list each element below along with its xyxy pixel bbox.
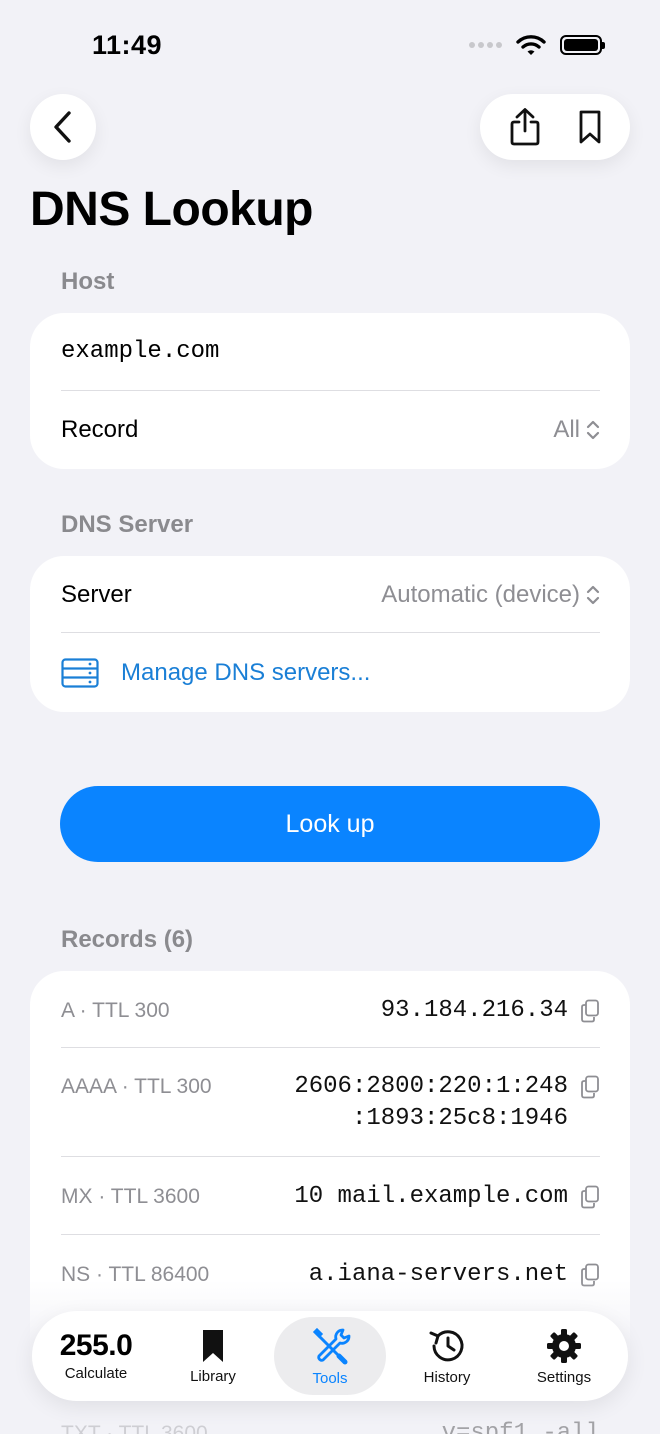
- status-time: 11:49: [92, 30, 163, 60]
- record-picker-row[interactable]: Record All: [61, 391, 600, 469]
- history-clock-icon: [429, 1329, 464, 1361]
- server-label: Server: [61, 580, 132, 608]
- host-section-header: Host: [61, 268, 115, 295]
- host-card: example.com Record All: [30, 313, 630, 469]
- record-picker[interactable]: All: [553, 416, 600, 444]
- record-value: 93.184.216.34: [380, 997, 568, 1024]
- bookmark-filled-icon: [203, 1329, 223, 1362]
- record-meta: A · TTL 300: [61, 999, 170, 1022]
- tab-label: History: [423, 1368, 471, 1386]
- server-rack-icon: [61, 657, 99, 688]
- server-picker-row[interactable]: Server Automatic (device): [61, 556, 600, 633]
- chevron-up-down-icon: [586, 585, 600, 604]
- record-label: Record: [61, 416, 139, 443]
- wrench-screwdriver-icon: [312, 1327, 351, 1364]
- tab-bar: 255.0 Calculate Library Tools History Se…: [32, 1311, 628, 1401]
- bookmark-icon: [579, 110, 600, 144]
- divider: [61, 1047, 600, 1048]
- copy-icon[interactable]: [580, 999, 600, 1023]
- chevron-up-down-icon: [586, 420, 600, 440]
- back-button[interactable]: [30, 94, 96, 160]
- tab-settings[interactable]: Settings: [508, 1317, 620, 1395]
- record-value: 10 mail.example.com: [294, 1183, 568, 1210]
- tab-calculate[interactable]: 255.0 Calculate: [40, 1317, 152, 1395]
- dns-card: Server Automatic (device) Manage DNS ser…: [30, 556, 630, 712]
- tab-label: Calculate: [64, 1364, 128, 1382]
- copy-icon[interactable]: [580, 1185, 600, 1209]
- chevron-left-icon: [54, 111, 71, 143]
- records-section-header: Records (6): [61, 926, 194, 953]
- look-up-button[interactable]: Look up: [60, 786, 600, 862]
- record-value: v=spf1 -all: [441, 1420, 600, 1434]
- host-input-row[interactable]: example.com: [61, 313, 600, 390]
- record-meta: AAAA · TTL 300: [61, 1075, 212, 1098]
- share-button[interactable]: [508, 107, 542, 147]
- manage-dns-servers-link[interactable]: Manage DNS servers...: [61, 633, 600, 712]
- share-icon: [510, 108, 539, 146]
- record-row: A · TTL 300 93.184.216.34: [61, 995, 600, 1027]
- tab-history[interactable]: History: [391, 1317, 503, 1395]
- record-row: MX · TTL 3600 10 mail.example.com: [61, 1181, 600, 1213]
- nav-actions: [480, 94, 630, 160]
- copy-icon[interactable]: [580, 1075, 600, 1099]
- tab-library[interactable]: Library: [157, 1317, 269, 1395]
- tab-label: Settings: [536, 1368, 592, 1386]
- record-meta: MX · TTL 3600: [61, 1185, 200, 1208]
- divider: [61, 1234, 600, 1235]
- cellular-signal-icon: [469, 42, 502, 48]
- tab-label: Library: [190, 1367, 236, 1385]
- calculate-value: 255.0: [59, 1328, 133, 1362]
- dns-lookup-screen: 11:49 DNS Lookup Host example.com Record…: [0, 0, 660, 1434]
- server-value: Automatic (device): [381, 580, 580, 608]
- gear-icon: [547, 1328, 581, 1363]
- record-meta: TXT · TTL 3600: [61, 1422, 208, 1434]
- manage-dns-servers-label: Manage DNS servers...: [121, 658, 371, 686]
- record-row-partial: TXT · TTL 3600 v=spf1 -all: [61, 1418, 600, 1434]
- tab-tools[interactable]: Tools: [274, 1317, 386, 1395]
- dns-section-header: DNS Server: [61, 511, 194, 538]
- page-title: DNS Lookup: [30, 183, 313, 236]
- record-row: AAAA · TTL 300 2606:2800:220:1:248 :1893…: [61, 1071, 600, 1135]
- wifi-icon: [516, 35, 546, 55]
- record-value: 2606:2800:220:1:248 :1893:25c8:1946: [294, 1073, 568, 1132]
- battery-icon: [560, 35, 605, 55]
- host-input[interactable]: example.com: [61, 338, 219, 365]
- record-value: All: [553, 416, 580, 443]
- status-icons: [469, 34, 605, 56]
- tab-label: Tools: [312, 1369, 348, 1387]
- divider: [61, 1156, 600, 1157]
- server-picker[interactable]: Automatic (device): [381, 581, 600, 609]
- bookmark-button[interactable]: [577, 109, 603, 145]
